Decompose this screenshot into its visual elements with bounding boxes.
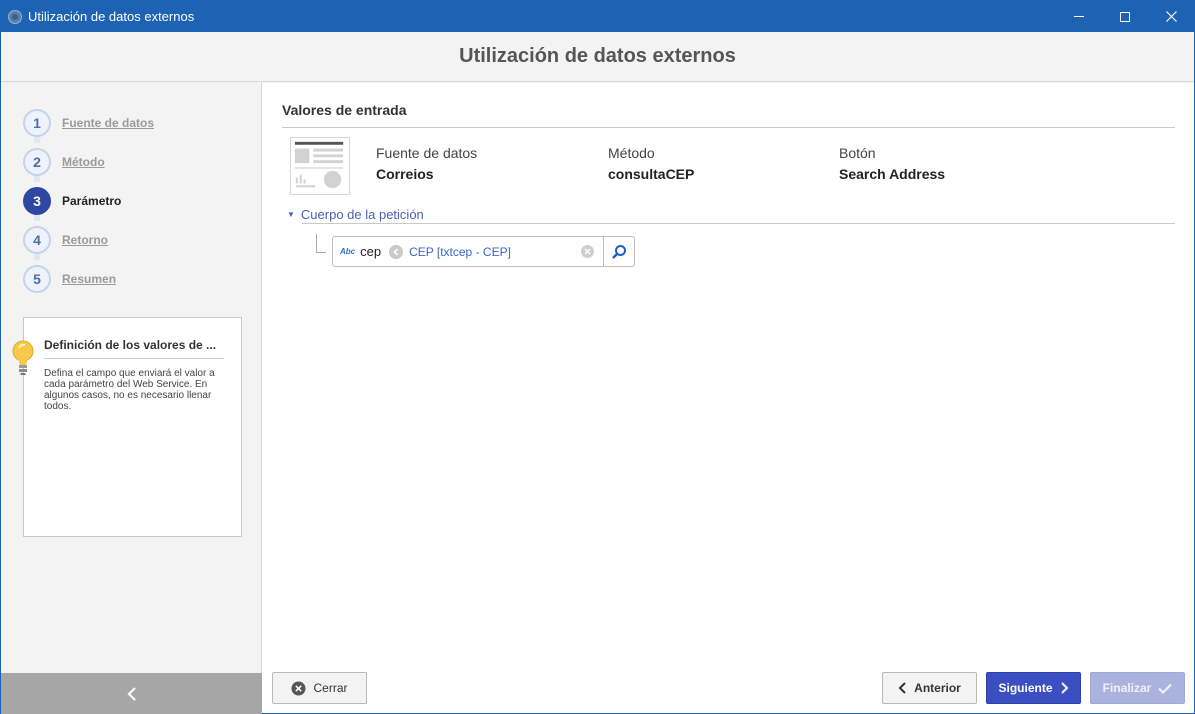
tip-title: Definición de los valores de ... [44, 338, 224, 359]
close-window-button[interactable] [1148, 1, 1194, 32]
info-value: Correios [376, 166, 434, 182]
minimize-button[interactable] [1056, 1, 1102, 32]
search-icon [612, 244, 626, 259]
chevron-right-icon [1060, 682, 1069, 694]
window-title: Utilización de datos externos [28, 9, 195, 24]
dialog-window: Utilización de datos externos Utilizació… [0, 0, 1195, 714]
step-retorno[interactable]: 4 Retorno [23, 220, 154, 260]
step-label[interactable]: Resumen [62, 272, 116, 286]
parameter-value[interactable]: CEP [txtcep - CEP] [409, 245, 581, 259]
parameter-field: Abc cep CEP [txtcep - CEP] [332, 236, 635, 267]
clear-icon [584, 248, 591, 255]
page-header: Utilización de datos externos [1, 32, 1194, 82]
minimize-icon [1074, 16, 1084, 17]
step-fuente-de-datos[interactable]: 1 Fuente de datos [23, 103, 154, 143]
previous-button-label: Anterior [914, 681, 961, 695]
tip-text: Defina el campo que enviará el valor a c… [44, 368, 215, 412]
next-button-label: Siguiente [998, 681, 1053, 695]
title-bar: Utilización de datos externos [1, 1, 1194, 32]
next-button[interactable]: Siguiente [986, 672, 1081, 704]
text-type-icon: Abc [340, 247, 356, 256]
main-panel: Valores de entrada Fuente de datos Corre… [263, 83, 1194, 673]
step-number: 5 [23, 264, 51, 293]
wizard-steps: 1 Fuente de datos 2 Método 3 Parámetro 4… [23, 103, 154, 298]
data-source-icon [290, 137, 350, 195]
finish-button-label: Finalizar [1102, 681, 1152, 695]
window-controls [1056, 1, 1194, 32]
close-button-label: Cerrar [313, 681, 348, 695]
search-field-button[interactable] [603, 237, 634, 266]
close-button[interactable]: Cerrar [272, 672, 367, 704]
info-data-source: Fuente de datos Correios [376, 145, 477, 182]
tree-connector [316, 234, 326, 253]
step-label[interactable]: Retorno [62, 233, 108, 247]
maximize-button[interactable] [1102, 1, 1148, 32]
clear-value-button[interactable] [581, 245, 594, 258]
chevron-left-icon [898, 682, 907, 694]
tip-box: Definición de los valores de ... Defina … [23, 317, 242, 537]
caret-down-icon: ▼ [287, 210, 295, 219]
info-label: Método [608, 145, 655, 161]
group-title-label: Cuerpo de la petición [300, 207, 424, 222]
step-label[interactable]: Fuente de datos [62, 116, 154, 130]
step-number: 4 [23, 225, 51, 254]
lightbulb-icon [12, 340, 34, 375]
step-label-active: Parámetro [62, 193, 122, 208]
wizard-sidebar: 1 Fuente de datos 2 Método 3 Parámetro 4… [1, 83, 262, 673]
step-metodo[interactable]: 2 Método [23, 142, 154, 182]
info-label: Fuente de datos [376, 145, 478, 161]
checkmark-icon [1158, 683, 1173, 694]
step-resumen[interactable]: 5 Resumen [23, 259, 154, 298]
step-number: 2 [23, 147, 51, 176]
close-circle-icon [291, 681, 306, 696]
page-title: Utilización de datos externos [459, 45, 736, 67]
info-method: Método consultaCEP [608, 145, 694, 182]
info-value: consultaCEP [608, 166, 695, 182]
info-label: Botón [839, 145, 876, 161]
finish-button[interactable]: Finalizar [1090, 672, 1185, 704]
step-parametro: 3 Parámetro [23, 181, 154, 221]
app-icon [8, 9, 22, 24]
step-label[interactable]: Método [62, 155, 105, 169]
step-number-active: 3 [23, 186, 51, 215]
group-divider [302, 223, 1175, 224]
chevron-left-icon [126, 686, 136, 701]
collapse-sidebar-button[interactable] [1, 673, 262, 714]
close-icon [1165, 11, 1177, 22]
info-button: Botón Search Address [839, 145, 945, 182]
maximize-icon [1120, 11, 1130, 22]
arrow-left-icon [389, 244, 404, 259]
request-body-group-toggle[interactable]: ▼ Cuerpo de la petición [287, 207, 424, 222]
step-number: 1 [23, 108, 51, 137]
previous-button[interactable]: Anterior [882, 672, 977, 704]
info-value: Search Address [839, 166, 946, 182]
section-divider [282, 127, 1175, 128]
section-title: Valores de entrada [282, 102, 407, 118]
parameter-name: cep [360, 244, 382, 259]
